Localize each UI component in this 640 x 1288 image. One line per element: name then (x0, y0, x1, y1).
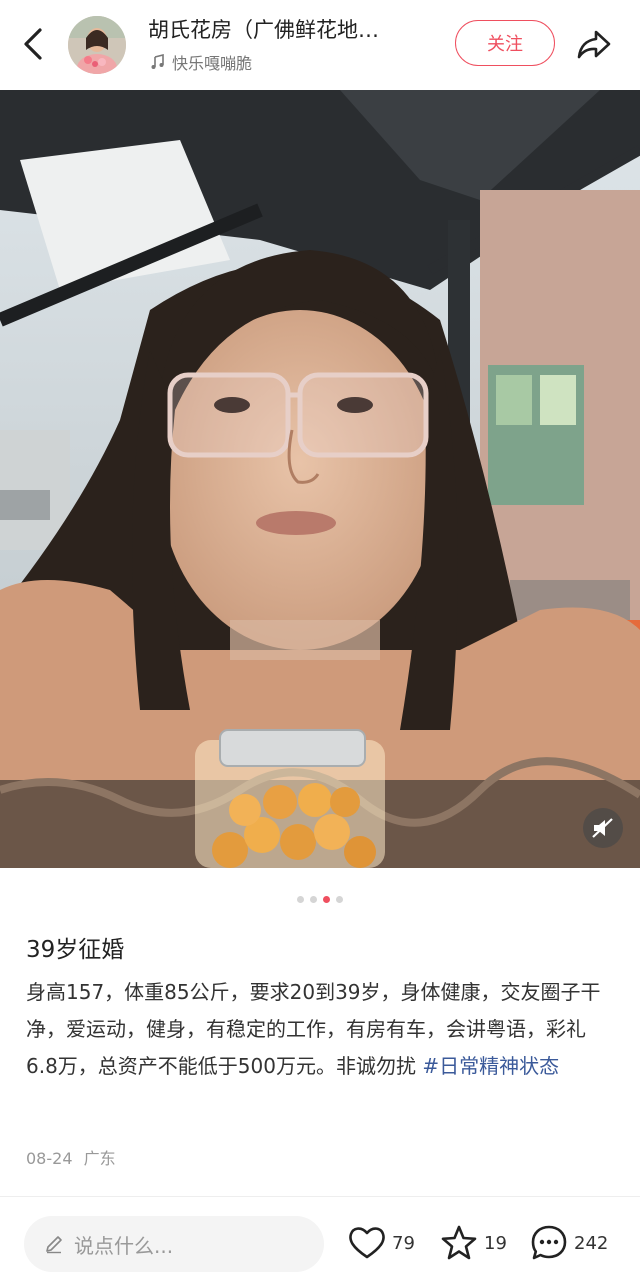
post-title: 39岁征婚 (26, 937, 125, 963)
like-count: 79 (392, 1232, 415, 1254)
author-name[interactable]: 胡氏花房（广佛鲜花地… (148, 14, 438, 44)
carousel-dot (336, 896, 343, 903)
carousel-indicator (0, 896, 640, 903)
chevron-left-icon (24, 28, 42, 60)
mute-toggle-button[interactable] (583, 808, 623, 848)
speaker-muted-icon (592, 818, 613, 838)
back-button[interactable] (14, 22, 54, 66)
top-bar: 胡氏花房（广佛鲜花地… 快乐嘎嘣脆 关注 (0, 0, 640, 90)
carousel-dot (310, 896, 317, 903)
comment-input[interactable]: 说点什么... (24, 1216, 324, 1272)
music-info[interactable]: 快乐嘎嘣脆 (150, 50, 252, 74)
share-icon (577, 30, 611, 59)
share-button[interactable] (574, 24, 614, 64)
collect-button[interactable]: 19 (438, 1222, 507, 1264)
star-icon (441, 1225, 477, 1260)
carousel-dot (323, 896, 330, 903)
carousel-dot (297, 896, 304, 903)
post-location: 广东 (83, 1149, 116, 1168)
comment-count: 242 (574, 1232, 609, 1254)
author-avatar[interactable] (68, 16, 126, 74)
music-note-icon (151, 54, 164, 69)
comment-bubble-icon (531, 1225, 567, 1260)
heart-icon (349, 1227, 385, 1259)
collect-count: 19 (484, 1232, 507, 1254)
like-button[interactable]: 79 (346, 1222, 415, 1264)
post-date: 08-24 (26, 1149, 73, 1168)
post-body: 身高157，体重85公斤，要求20到39岁，身体健康，交友圈子干净，爱运动，健身… (26, 974, 616, 1085)
pencil-icon (46, 1236, 62, 1254)
comment-button[interactable]: 242 (528, 1222, 608, 1264)
comment-placeholder: 说点什么... (74, 1233, 174, 1258)
post-meta: 08-24 广东 (26, 1145, 116, 1169)
post-photo[interactable] (0, 90, 640, 868)
divider (0, 1196, 640, 1197)
hashtag-link[interactable]: #日常精神状态 (422, 1054, 559, 1078)
music-title: 快乐嘎嘣脆 (172, 54, 253, 73)
follow-button[interactable]: 关注 (455, 20, 555, 66)
